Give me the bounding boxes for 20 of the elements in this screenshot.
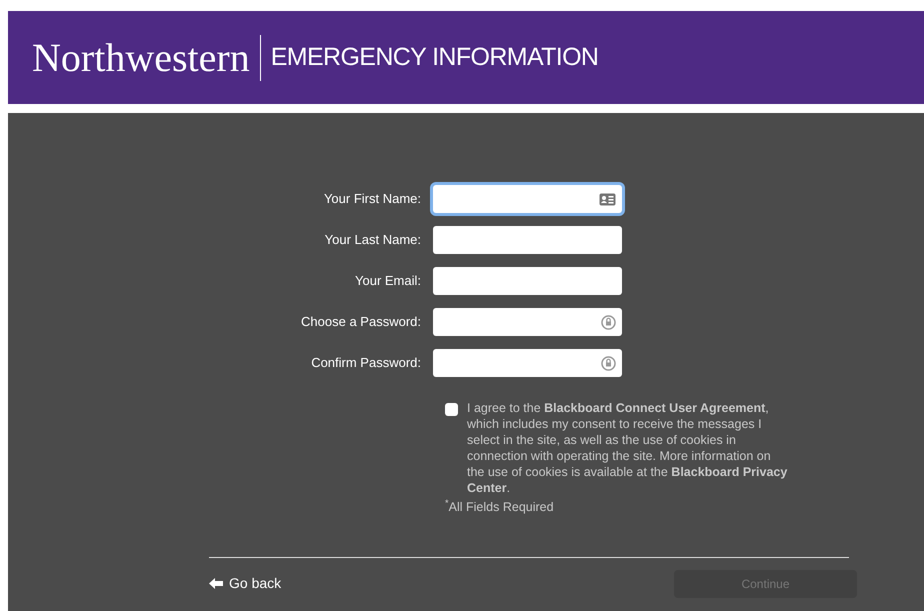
password-key-icon (601, 356, 616, 370)
field-label: Your Email: (354, 272, 422, 290)
input-field[interactable] (433, 185, 622, 213)
field-label: Choose a Password: (300, 313, 422, 332)
site-title: EMERGENCY INFORMATION (270, 45, 598, 70)
agreement-checkbox[interactable] (445, 403, 458, 416)
logo: Northwestern (32, 38, 250, 78)
password-key-icon (601, 314, 616, 330)
input-field[interactable] (433, 349, 622, 377)
input-field[interactable] (433, 308, 622, 336)
required-note: $^{*}$All Fields Required (445, 498, 555, 516)
input-field[interactable] (433, 267, 622, 295)
field-label: Your Last Name: (324, 231, 422, 250)
back-arrow-icon (209, 578, 223, 590)
input-field[interactable] (433, 226, 622, 254)
field-label: Confirm Password: (310, 354, 422, 372)
field-label: Your First Name: (322, 190, 422, 208)
contact-card-icon (599, 192, 616, 206)
agreement-text: I agree to the Blackboard Connect User Agreement, which includes my consent to receive the messages I select in the site, as well as the use of cookies in connection with operating the site. More information on the use of cookies is available at the Blackboard Privacy Center. (467, 400, 788, 496)
go-back-link[interactable]: Go back (209, 573, 282, 594)
